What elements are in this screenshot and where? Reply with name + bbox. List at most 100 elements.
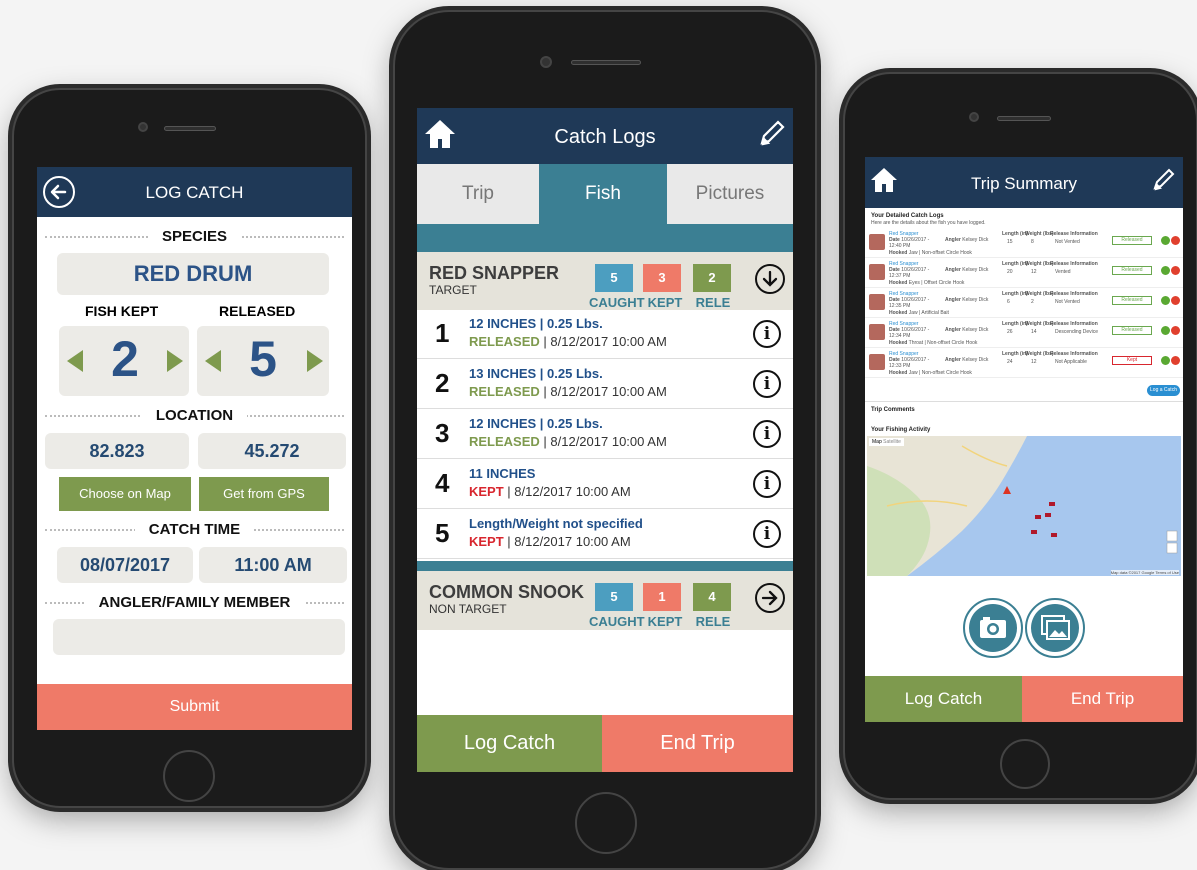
fishing-activity-map[interactable]: Map Satellite Map data ©2017 Google Term…	[867, 436, 1181, 576]
earpiece-speaker	[571, 60, 641, 65]
map-view-tabs[interactable]: Map Satellite	[869, 438, 904, 446]
latitude-value: 82.823	[89, 441, 145, 461]
catch-entry-row[interactable]: 2 13 INCHES | 0.25 Lbs. RELEASED | 8/12/20…	[417, 360, 793, 409]
col-release-label: Release Information	[1050, 261, 1098, 267]
catch-logs-screen: Catch Logs Trip Fish Pictures RED SNAPPE…	[417, 108, 793, 772]
edit-pencil-icon[interactable]	[1151, 168, 1177, 194]
row-status-badge: Released	[1112, 236, 1152, 245]
earpiece-speaker	[997, 116, 1051, 121]
tab-pictures[interactable]: Pictures	[667, 164, 793, 224]
catch-entry-row[interactable]: 1 12 INCHES | 0.25 Lbs. RELEASED | 8/12/20…	[417, 310, 793, 359]
info-icon[interactable]: i	[753, 420, 781, 448]
time-field[interactable]: 11:00 AM	[199, 547, 347, 583]
catch-marker	[1031, 530, 1037, 534]
confirm-icon[interactable]	[1161, 356, 1170, 365]
entry-status: RELEASED	[469, 334, 540, 349]
tab-fish[interactable]: Fish	[539, 164, 667, 224]
confirm-icon[interactable]	[1161, 296, 1170, 305]
info-icon[interactable]: i	[753, 470, 781, 498]
edit-pencil-icon[interactable]	[757, 120, 787, 150]
kept-label: KEPT	[647, 614, 683, 629]
row-release-info: Not Vented	[1055, 299, 1080, 305]
released-increment-icon[interactable]	[307, 350, 323, 372]
catch-entry-row[interactable]: 5 Length/Weight not specified KEPT | 8/12/…	[417, 510, 793, 559]
entry-datetime: | 8/12/2017 10:00 AM	[539, 384, 667, 399]
entry-measurement: Length/Weight not specified	[469, 516, 643, 531]
released-count: 5	[249, 331, 277, 387]
species-value: RED DRUM	[133, 261, 253, 286]
kept-stepper: 2	[59, 326, 189, 396]
home-button	[1000, 739, 1050, 789]
released-stepper: 5	[197, 326, 329, 396]
front-camera	[138, 122, 148, 132]
row-weight: 14	[1031, 329, 1037, 335]
row-length: 6	[1007, 299, 1010, 305]
confirm-icon[interactable]	[1161, 266, 1170, 275]
row-length: 20	[1007, 269, 1013, 275]
row-hooked: Hooked Jaw | Non-offset Circle Hook	[889, 370, 972, 376]
date-value: 08/07/2017	[79, 555, 171, 575]
kept-decrement-icon[interactable]	[67, 350, 83, 372]
tab-trip[interactable]: Trip	[417, 164, 539, 224]
chevron-right-icon[interactable]	[755, 583, 785, 613]
angler-input[interactable]	[53, 619, 345, 655]
confirm-icon[interactable]	[1161, 236, 1170, 245]
trip-summary-header: Trip Summary	[865, 157, 1183, 208]
delete-icon[interactable]	[1171, 266, 1180, 275]
row-date: Date 10/26/2017 - 12:37 PM	[889, 267, 930, 279]
end-trip-button[interactable]: End Trip	[1022, 676, 1183, 722]
trip-log-row[interactable]: Red Snapper Date 10/26/2017 - 12:34 PM Ang…	[865, 318, 1183, 348]
fish-thumbnail	[869, 234, 885, 250]
entry-number: 4	[435, 468, 450, 498]
tab-underline-bar	[417, 224, 793, 252]
released-decrement-icon[interactable]	[205, 350, 221, 372]
catch-entry-row[interactable]: 3 12 INCHES | 0.25 Lbs. RELEASED | 8/12/20…	[417, 410, 793, 459]
delete-icon[interactable]	[1171, 236, 1180, 245]
row-status-badge: Kept	[1112, 356, 1152, 365]
kept-increment-icon[interactable]	[167, 350, 183, 372]
delete-icon[interactable]	[1171, 356, 1180, 365]
info-icon[interactable]: i	[753, 320, 781, 348]
released-count: 2	[693, 264, 731, 292]
date-field[interactable]: 08/07/2017	[57, 547, 193, 583]
species-group-header[interactable]: COMMON SNOOK NON TARGET 5 1 4 CAUGHT KEP…	[417, 571, 793, 630]
row-date: Date 10/26/2017 - 12:33 PM	[889, 357, 930, 369]
fish-thumbnail	[869, 324, 885, 340]
chevron-down-icon[interactable]	[755, 264, 785, 294]
released-label: RELE	[695, 614, 731, 629]
delete-icon[interactable]	[1171, 296, 1180, 305]
entry-status: RELEASED	[469, 384, 540, 399]
entry-details: KEPT | 8/12/2017 10:00 AM	[469, 484, 631, 499]
catch-entry-row[interactable]: 4 11 INCHES KEPT | 8/12/2017 10:00 AM i	[417, 460, 793, 509]
info-icon[interactable]: i	[753, 520, 781, 548]
delete-icon[interactable]	[1171, 326, 1180, 335]
gallery-button[interactable]	[1025, 598, 1085, 658]
log-catch-button[interactable]: Log Catch	[417, 715, 602, 772]
row-weight: 8	[1031, 239, 1034, 245]
entry-measurement: 11 INCHES	[469, 466, 536, 481]
end-trip-button[interactable]: End Trip	[602, 715, 793, 772]
row-length: 26	[1007, 329, 1013, 335]
page-title: Trip Summary	[970, 174, 1078, 193]
info-icon[interactable]: i	[753, 370, 781, 398]
camera-button[interactable]	[963, 598, 1023, 658]
trip-log-row[interactable]: Red Snapper Date 10/26/2017 - 12:40 PM Ang…	[865, 228, 1183, 258]
longitude-field[interactable]: 45.272	[198, 433, 346, 469]
col-length-label: Length (in)	[1002, 231, 1028, 237]
row-angler: Angler Kelsey Dick	[945, 267, 989, 273]
latitude-field[interactable]: 82.823	[45, 433, 189, 469]
kept-count: 1	[643, 583, 681, 611]
row-release-info: Descending Device	[1055, 329, 1099, 335]
submit-button[interactable]: Submit	[37, 684, 352, 730]
trip-log-row[interactable]: Red Snapper Date 10/26/2017 - 12:35 PM Ang…	[865, 288, 1183, 318]
row-length: 15	[1007, 239, 1013, 245]
get-from-gps-button[interactable]: Get from GPS	[199, 477, 329, 511]
confirm-icon[interactable]	[1161, 326, 1170, 335]
log-catch-button[interactable]: Log Catch	[865, 676, 1022, 722]
choose-on-map-button[interactable]: Choose on Map	[59, 477, 191, 511]
log-a-catch-link[interactable]: Log a Catch	[1147, 385, 1180, 396]
species-select[interactable]: RED DRUM	[57, 253, 329, 295]
species-group-header[interactable]: RED SNAPPER TARGET 5 3 2 CAUGHT KEPT REL…	[417, 252, 793, 310]
trip-log-row[interactable]: Red Snapper Date 10/26/2017 - 12:33 PM Ang…	[865, 348, 1183, 378]
trip-log-row[interactable]: Red Snapper Date 10/26/2017 - 12:37 PM Ang…	[865, 258, 1183, 288]
